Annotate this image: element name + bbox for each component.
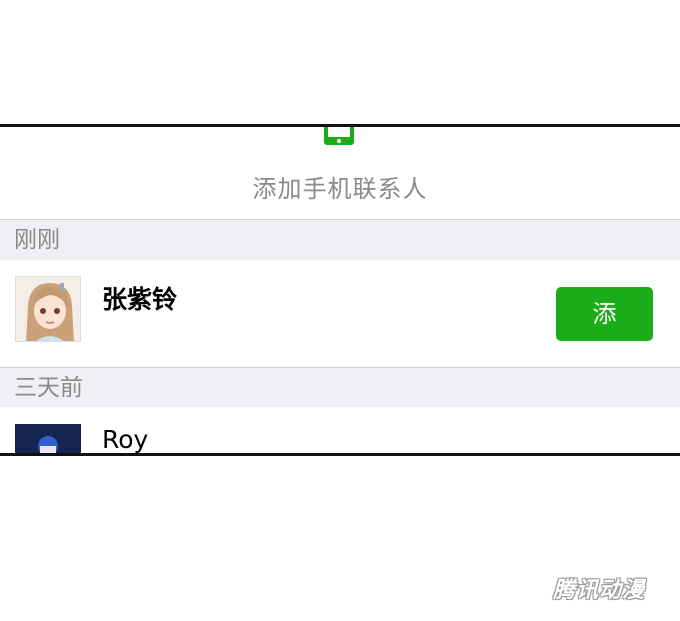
section-header-three-days-ago: 三天前: [0, 367, 680, 407]
add-contact-button[interactable]: 添 加: [556, 287, 653, 382]
contact-row[interactable]: 张紫铃 添 加: [0, 260, 680, 382]
contact-row[interactable]: Roy 已添加: [0, 407, 680, 454]
add-phone-contacts-label: 添加手机联系人: [252, 175, 428, 203]
avatar: [15, 276, 81, 342]
add-phone-contacts-row[interactable]: 添加手机联系人: [0, 127, 680, 220]
avatar: [15, 424, 81, 453]
section-header-just-now: 刚刚: [0, 220, 680, 260]
contact-name: Roy: [102, 425, 149, 454]
contact-name: 张紫铃: [102, 285, 178, 314]
phone-icon: [324, 127, 354, 145]
added-status: 已添加: [566, 447, 632, 453]
watermark-logo: 腾讯动漫: [553, 578, 646, 603]
add-friends-panel: 添加手机联系人 刚刚 张紫铃 添 加 三天前: [0, 124, 680, 456]
